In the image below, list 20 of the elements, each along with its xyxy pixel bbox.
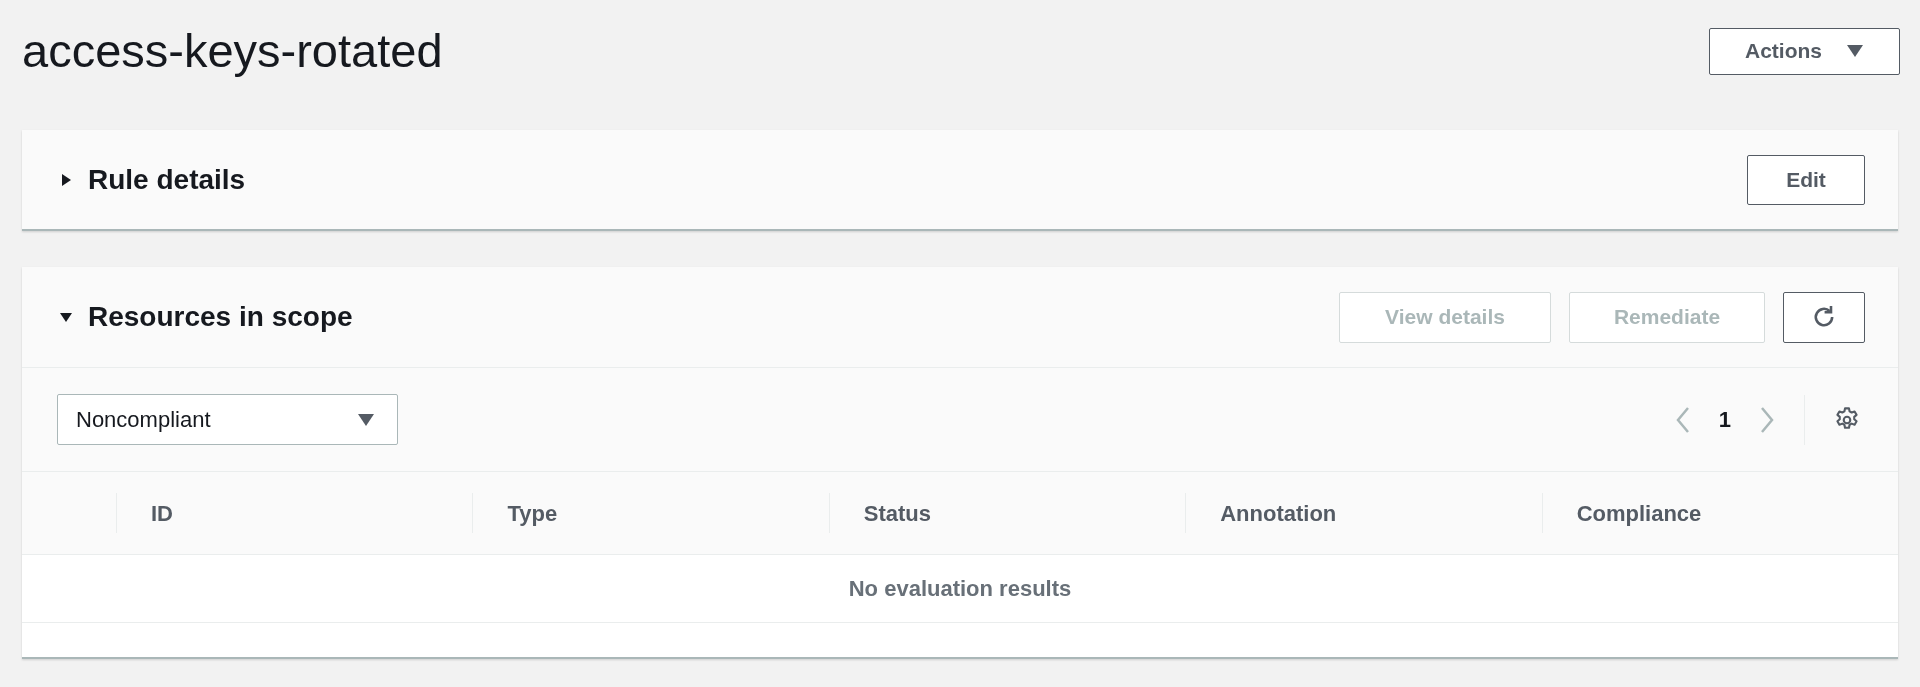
column-header[interactable]: Compliance	[1576, 496, 1702, 530]
panel-title[interactable]: Rule details	[88, 158, 246, 201]
chevron-right-icon	[1759, 405, 1775, 434]
chevron-left-icon	[1674, 405, 1691, 434]
caret-down-icon[interactable]	[59, 310, 73, 324]
page-title: access-keys-rotated	[22, 26, 443, 76]
edit-button[interactable]: Edit	[1747, 154, 1865, 205]
caret-down-icon	[357, 412, 375, 427]
empty-message: No evaluation results	[848, 575, 1072, 603]
column-header[interactable]: Annotation	[1220, 496, 1337, 530]
column-header[interactable]: ID	[151, 496, 173, 530]
column-header[interactable]: Type	[507, 496, 558, 530]
refresh-button[interactable]	[1783, 291, 1865, 343]
caret-down-icon	[1846, 44, 1864, 58]
actions-button[interactable]: Actions	[1709, 27, 1900, 75]
panel-title[interactable]: Resources in scope	[88, 296, 353, 338]
filter-dropdown[interactable]: Noncompliant	[57, 394, 398, 445]
column-header[interactable]: Status	[863, 496, 932, 530]
page-number[interactable]: 1	[1718, 403, 1731, 436]
caret-right-icon[interactable]	[59, 172, 73, 187]
